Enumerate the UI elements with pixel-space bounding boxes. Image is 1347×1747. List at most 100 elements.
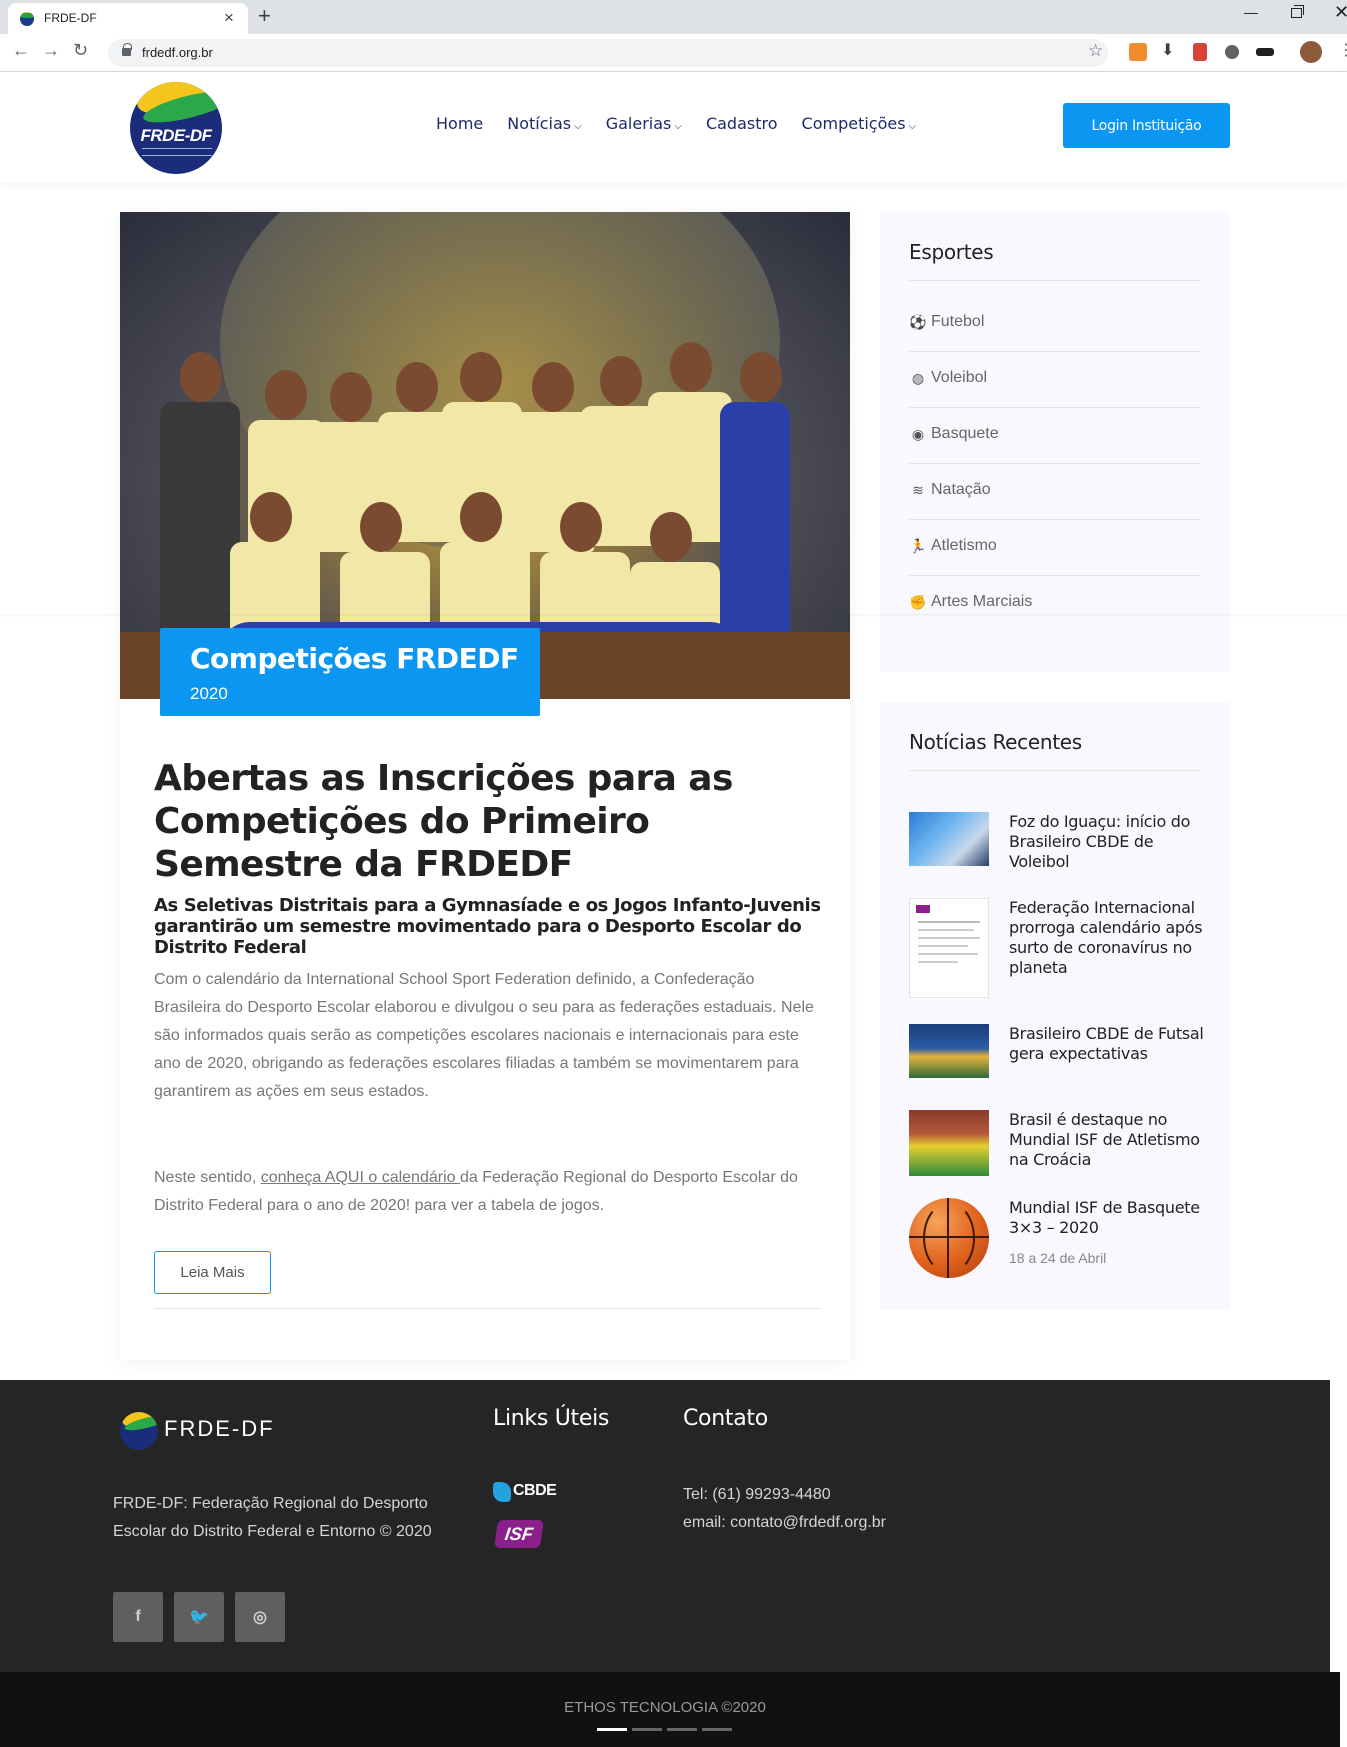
swimmer-icon: ≋ xyxy=(912,482,924,498)
back-icon[interactable]: ← xyxy=(12,40,30,60)
chevron-down-icon: ⌵ xyxy=(908,121,917,132)
extension-icon[interactable] xyxy=(1129,43,1147,61)
news-item[interactable]: Mundial ISF de Basquete 3×3 – 2020 18 a … xyxy=(909,1198,1209,1288)
sport-item-futebol[interactable]: ⚽ Futebol xyxy=(909,296,1201,352)
browser-toolbar: ← → ↻ frdedf.org.br ☆ ⬇ ⋮ xyxy=(0,34,1347,72)
profile-avatar[interactable] xyxy=(1300,41,1322,63)
nav-galerias[interactable]: Galerias ⌵ xyxy=(606,114,682,133)
address-bar[interactable]: frdedf.org.br ☆ xyxy=(108,39,1108,67)
volleyball-icon: ◍ xyxy=(911,370,925,386)
news-thumbnail[interactable] xyxy=(909,1110,989,1176)
copyright: ETHOS TECNOLOGIA ©2020 xyxy=(564,1699,766,1716)
contact-phone: Tel: (61) 99293-4480 xyxy=(683,1486,831,1503)
close-tab-icon[interactable]: × xyxy=(224,8,234,28)
badge-title: Competições FRDEDF xyxy=(190,642,519,675)
new-tab-icon[interactable]: + xyxy=(258,3,271,29)
contact-heading: Contato xyxy=(683,1406,768,1431)
site-logo[interactable]: FRDE-DF xyxy=(130,82,222,174)
nav-competicoes[interactable]: Competições ⌵ xyxy=(802,114,917,133)
nav-noticias[interactable]: Notícias ⌵ xyxy=(507,114,581,133)
nav-home[interactable]: Home xyxy=(436,114,483,133)
article-subtitle: As Seletivas Distritais para a Gymnasíad… xyxy=(154,895,821,958)
sport-item-basquete[interactable]: ◉ Basquete xyxy=(909,408,1201,464)
news-title[interactable]: Brasileiro CBDE de Futsal gera expectati… xyxy=(1009,1024,1205,1064)
hero-badge: Competições FRDEDF 2020 xyxy=(160,628,540,716)
menu-icon[interactable]: ⋮ xyxy=(1338,40,1347,60)
news-title[interactable]: Foz do Iguaçu: início do Brasileiro CBDE… xyxy=(1009,812,1205,872)
basketball-icon: ◉ xyxy=(911,426,925,442)
site-footer: FRDE-DF FRDE-DF: Federação Regional do D… xyxy=(0,1380,1330,1672)
page-edge xyxy=(1330,1380,1347,1500)
slider-dot[interactable] xyxy=(632,1728,662,1731)
hero-image[interactable] xyxy=(120,212,850,699)
forward-icon[interactable]: → xyxy=(42,40,60,60)
runner-icon: 🏃 xyxy=(909,538,927,554)
url-text: frdedf.org.br xyxy=(142,45,213,60)
article-title[interactable]: Abertas as Inscrições para as Competiçõe… xyxy=(154,757,824,886)
footer-about: FRDE-DF: Federação Regional do Desporto … xyxy=(113,1495,432,1540)
slider-dot[interactable] xyxy=(702,1728,732,1731)
featured-article: Competições FRDEDF 2020 Abertas as Inscr… xyxy=(120,212,850,1360)
browser-tab[interactable]: FRDE-DF × xyxy=(8,3,248,34)
sport-item-artes-marciais[interactable]: ✊ Artes Marciais xyxy=(909,576,1201,632)
download-icon[interactable]: ⬇ xyxy=(1161,40,1179,59)
minimize-icon[interactable]: — xyxy=(1244,4,1258,20)
news-item[interactable]: Brasileiro CBDE de Futsal gera expectati… xyxy=(909,1024,1209,1084)
chevron-down-icon: ⌵ xyxy=(574,121,582,132)
widget-title: Esportes xyxy=(909,240,994,264)
cbde-logo[interactable]: CBDE xyxy=(493,1480,557,1506)
instagram-icon[interactable]: ◎ xyxy=(235,1592,285,1642)
bookmark-star-icon[interactable]: ☆ xyxy=(1088,41,1103,61)
slider-dot[interactable] xyxy=(597,1728,627,1731)
news-title[interactable]: Federação Internacional prorroga calendá… xyxy=(1009,898,1205,978)
pdf-extension-icon[interactable] xyxy=(1193,43,1207,61)
contact-email[interactable]: email: contato@frdedf.org.br xyxy=(683,1514,886,1532)
basketball-icon xyxy=(909,1198,989,1278)
calendar-link[interactable]: conheça AQUI o calendário xyxy=(261,1169,460,1186)
news-item[interactable]: Foz do Iguaçu: início do Brasileiro CBDE… xyxy=(909,812,1209,872)
browser-tabstrip: FRDE-DF × + — ✕ xyxy=(0,0,1347,34)
news-thumbnail[interactable] xyxy=(909,1024,989,1078)
soccer-ball-icon: ⚽ xyxy=(909,314,927,330)
footer-bottom-bar: ETHOS TECNOLOGIA ©2020 xyxy=(0,1672,1340,1747)
fist-icon: ✊ xyxy=(909,594,927,610)
window-close-icon[interactable]: ✕ xyxy=(1334,2,1347,23)
facebook-icon[interactable]: f xyxy=(113,1592,163,1642)
news-title[interactable]: Brasil é destaque no Mundial ISF de Atle… xyxy=(1009,1110,1205,1170)
news-thumbnail[interactable] xyxy=(909,898,989,998)
login-button[interactable]: Login Instituição xyxy=(1063,103,1230,148)
news-item[interactable]: Brasil é destaque no Mundial ISF de Atle… xyxy=(909,1110,1209,1180)
extension-icon[interactable] xyxy=(1225,45,1239,59)
twitter-icon[interactable]: 🐦 xyxy=(174,1592,224,1642)
article-body-2: Neste sentido, conheça AQUI o calendário… xyxy=(154,1169,798,1214)
main-nav: Home Notícias ⌵ Galerias ⌵ Cadastro Compet… xyxy=(436,114,916,133)
footer-logo[interactable] xyxy=(120,1412,158,1450)
news-date: 18 a 24 de Abril xyxy=(1009,1250,1107,1266)
slider-dot[interactable] xyxy=(667,1728,697,1731)
read-more-button[interactable]: Leia Mais xyxy=(154,1251,271,1294)
isf-logo[interactable]: ISF xyxy=(494,1520,544,1548)
reload-icon[interactable]: ↻ xyxy=(73,40,88,60)
site-header: FRDE-DF Home Notícias ⌵ Galerias ⌵ Cadastr… xyxy=(0,72,1347,182)
divider xyxy=(909,280,1201,281)
footer-brand: FRDE-DF xyxy=(164,1416,275,1441)
sport-item-natacao[interactable]: ≋ Natação xyxy=(909,464,1201,520)
recent-news-widget: Notícias Recentes Foz do Iguaçu: início … xyxy=(880,702,1230,1310)
divider xyxy=(909,770,1201,771)
divider xyxy=(154,1308,820,1309)
nav-cadastro[interactable]: Cadastro xyxy=(706,114,778,133)
slider-dots xyxy=(597,1728,732,1731)
sport-item-atletismo[interactable]: 🏃 Atletismo xyxy=(909,520,1201,576)
news-item[interactable]: Federação Internacional prorroga calendá… xyxy=(909,898,1209,998)
extension-icon[interactable] xyxy=(1256,48,1274,56)
article-body: Com o calendário da International School… xyxy=(154,971,814,1100)
news-thumbnail[interactable] xyxy=(909,812,989,866)
news-title[interactable]: Mundial ISF de Basquete 3×3 – 2020 xyxy=(1009,1198,1205,1238)
news-thumbnail[interactable] xyxy=(909,1198,989,1284)
restore-icon[interactable] xyxy=(1291,5,1304,18)
favicon-icon xyxy=(20,12,34,26)
widget-title: Notícias Recentes xyxy=(909,730,1082,754)
chevron-down-icon: ⌵ xyxy=(674,121,682,132)
sport-item-voleibol[interactable]: ◍ Voleibol xyxy=(909,352,1201,408)
lock-icon xyxy=(122,43,132,56)
